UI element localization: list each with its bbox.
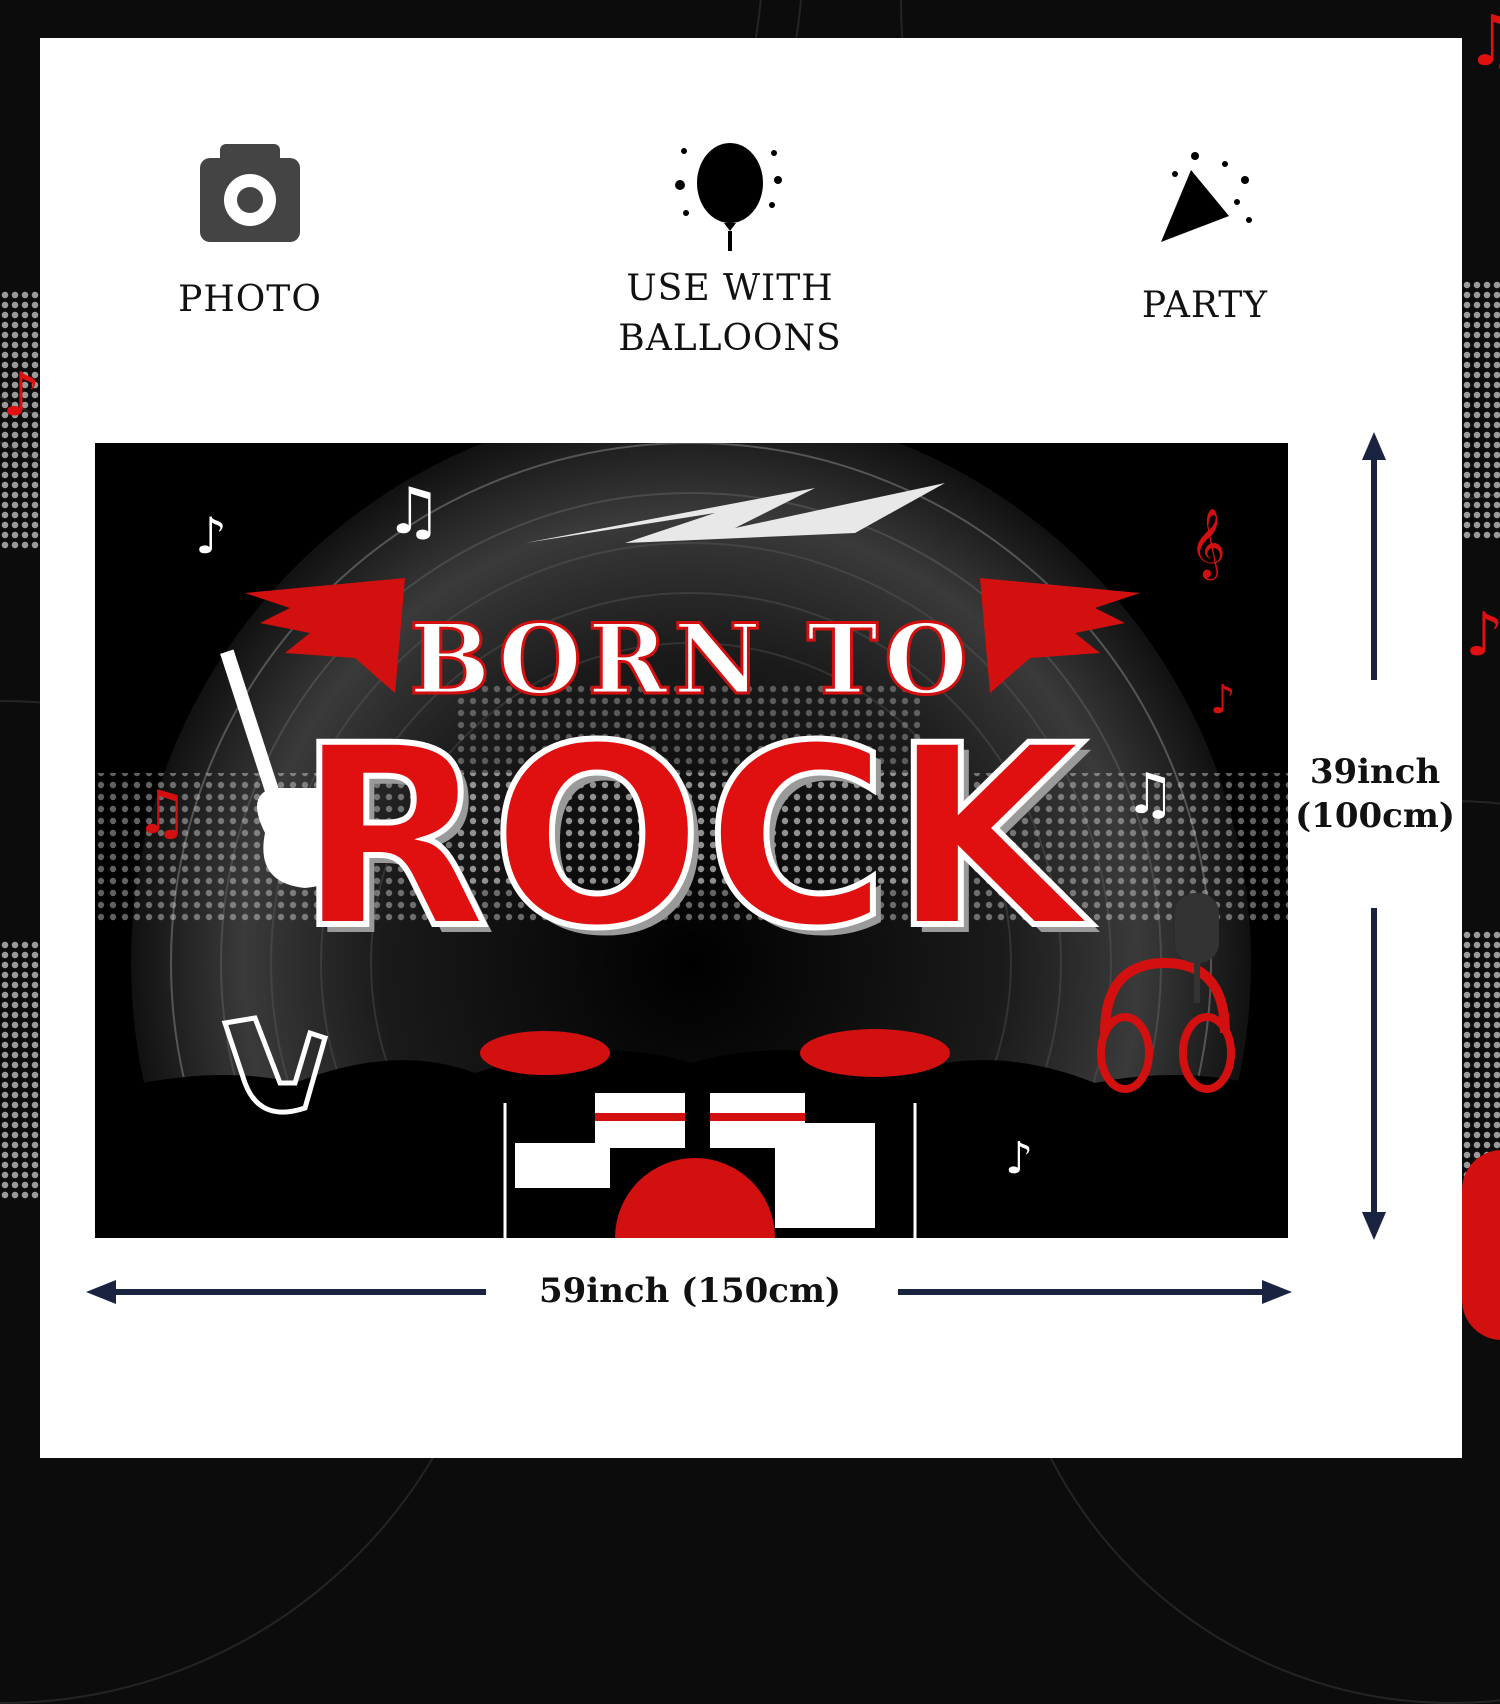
headline-rock: ROCK — [293, 692, 1087, 983]
feature-photo: PHOTO — [150, 140, 350, 325]
feature-label-balloons-line2: BALLOONS — [618, 318, 842, 359]
feature-label-photo: PHOTO — [178, 279, 322, 320]
music-note-icon: ♫ — [1465, 0, 1500, 82]
lips-icon — [1462, 1150, 1500, 1340]
music-note-icon: ♫ — [385, 475, 442, 549]
balloon-icon — [675, 143, 782, 251]
height-arrow — [1362, 432, 1386, 1240]
feature-label-balloons-line1: USE WITH — [626, 268, 834, 309]
height-label-inches: 39inch — [1309, 752, 1441, 792]
music-note-icon: ♪ — [2, 360, 41, 430]
width-label: 59inch (150cm) — [538, 1271, 842, 1311]
music-note-icon: ♪ — [1465, 600, 1500, 670]
banner-preview: ♫ ♪ ♫ ♫ 𝄞 ♪ ♪ BORN TO ROCK — [95, 443, 1288, 1238]
camera-icon — [200, 144, 300, 242]
music-note-icon: ♪ — [195, 507, 227, 565]
party-popper-icon — [1161, 152, 1252, 242]
feature-balloons: USE WITH BALLOONS — [600, 135, 860, 364]
feature-party: PARTY — [1105, 150, 1305, 331]
music-note-icon: 𝄞 — [1190, 508, 1225, 580]
height-label-cm: (100cm) — [1295, 796, 1455, 836]
feature-label-party: PARTY — [1141, 285, 1269, 326]
music-note-icon: ♪ — [1005, 1133, 1033, 1184]
height-label: 39inch (100cm) — [1290, 752, 1460, 836]
